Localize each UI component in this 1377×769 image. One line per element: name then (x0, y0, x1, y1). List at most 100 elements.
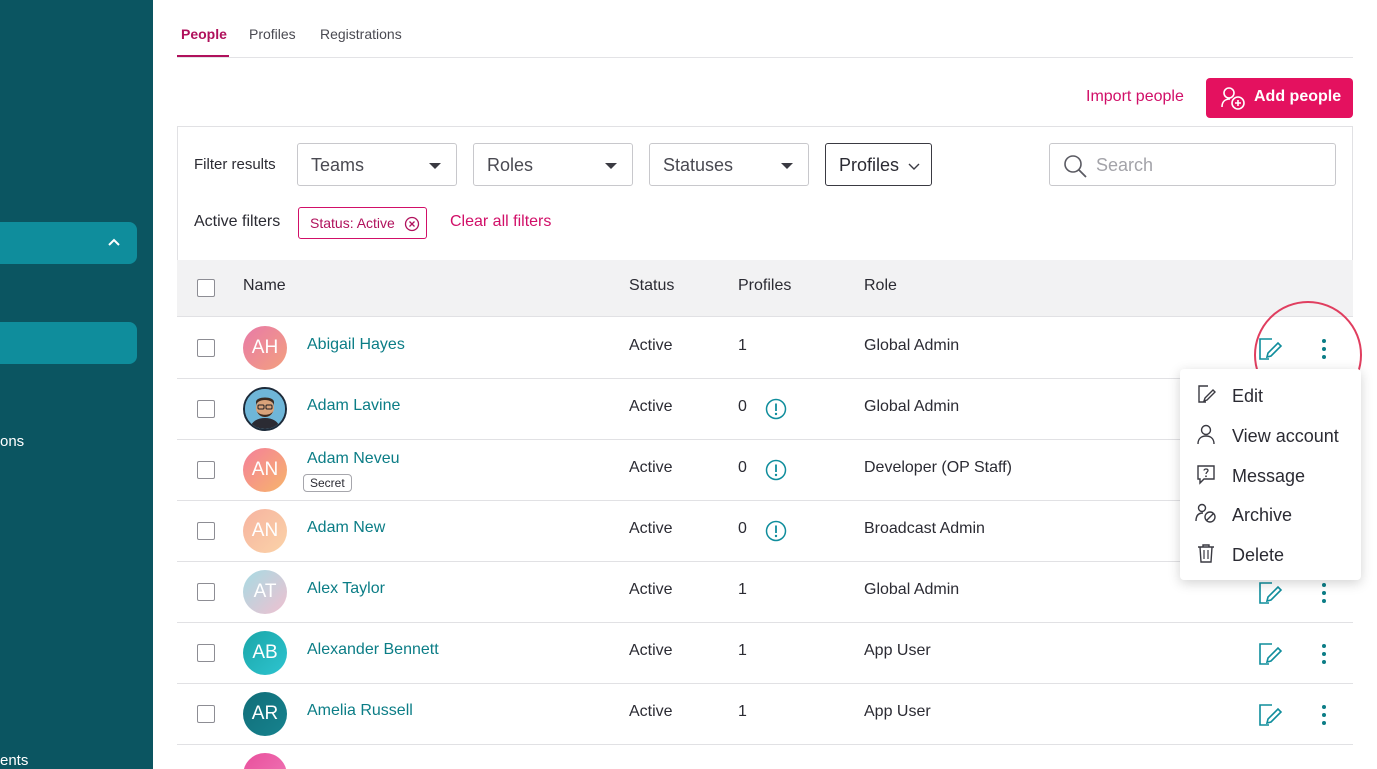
sidebar-item-selected[interactable] (0, 322, 137, 364)
profiles-count: 1 (738, 642, 747, 659)
profiles-count: 1 (738, 581, 747, 598)
row-checkbox[interactable] (197, 522, 215, 540)
column-header-name[interactable]: Name (243, 277, 286, 295)
table-row-partial[interactable] (177, 745, 1353, 769)
search-input[interactable]: Search (1049, 143, 1336, 186)
role-text: App User (864, 703, 931, 720)
avatar: AH (243, 326, 287, 370)
sidebar-expanded-group[interactable] (0, 222, 137, 264)
role-text: Broadcast Admin (864, 520, 985, 537)
edit-icon[interactable] (1255, 701, 1283, 729)
chevron-down-icon (908, 163, 920, 170)
avatar: AB (243, 631, 287, 675)
close-circle-icon[interactable] (404, 216, 420, 232)
menu-item-label: Archive (1232, 505, 1293, 525)
table-row[interactable]: AN Adam Neveu Secret Active 0 Developer … (177, 440, 1353, 501)
import-people-link[interactable]: Import people (1086, 88, 1184, 106)
more-vertical-icon[interactable] (1315, 580, 1333, 606)
status-filter-chip[interactable]: Status: Active (298, 207, 427, 239)
role-text: Developer (OP Staff) (864, 459, 1012, 476)
menu-item-label: Delete (1232, 545, 1285, 565)
tab-profiles[interactable]: Profiles (249, 26, 296, 42)
warning-icon[interactable] (765, 459, 787, 481)
menu-item-edit[interactable]: Edit (1180, 374, 1361, 412)
add-user-icon (1221, 87, 1245, 110)
tab-registrations[interactable]: Registrations (320, 26, 402, 42)
status-text: Active (629, 581, 673, 598)
filter-results-label: Filter results (194, 156, 276, 173)
message-icon (1197, 465, 1215, 485)
warning-icon[interactable] (765, 520, 787, 542)
edit-icon[interactable] (1255, 640, 1283, 668)
search-placeholder: Search (1096, 155, 1154, 175)
person-name-link[interactable]: Adam New (307, 519, 385, 537)
caret-down-icon (605, 163, 617, 169)
sidebar-item-label-partial[interactable]: ents (0, 752, 28, 769)
table-row[interactable]: Adam Lavine Active 0 Global Admin (177, 379, 1353, 440)
column-header-role[interactable]: Role (864, 277, 897, 295)
column-header-profiles[interactable]: Profiles (738, 277, 791, 295)
profiles-select[interactable]: Profiles (825, 143, 932, 186)
column-header-status[interactable]: Status (629, 277, 674, 295)
teams-select-value: Teams (311, 155, 365, 175)
more-vertical-icon[interactable] (1315, 641, 1333, 667)
sidebar: ons ents (0, 0, 153, 769)
menu-item-label: View account (1232, 426, 1339, 446)
status-text: Active (629, 337, 673, 354)
caret-down-icon (781, 163, 793, 169)
clear-all-filters-link[interactable]: Clear all filters (450, 213, 551, 231)
warning-icon[interactable] (765, 398, 787, 420)
menu-item-delete[interactable]: Delete (1180, 533, 1361, 571)
table-row[interactable]: AB Alexander Bennett Active 1 App User (177, 623, 1353, 684)
tab-people[interactable]: People (181, 26, 227, 42)
add-people-label: Add people (1254, 88, 1342, 105)
table-row[interactable]: AT Alex Taylor Active 1 Global Admin (177, 562, 1353, 623)
person-name-link[interactable]: Adam Neveu (307, 450, 400, 468)
row-checkbox[interactable] (197, 644, 215, 662)
profiles-select-value: Profiles (839, 155, 900, 175)
statuses-select[interactable]: Statuses (649, 143, 809, 186)
edit-icon[interactable] (1255, 579, 1283, 607)
edit-icon (1198, 385, 1216, 403)
avatar: AN (243, 509, 287, 553)
row-actions-menu: Edit View account Message Archive Delete (1180, 369, 1361, 580)
menu-item-message[interactable]: Message (1180, 454, 1361, 492)
menu-item-view-account[interactable]: View account (1180, 414, 1361, 452)
select-all-checkbox[interactable] (197, 279, 215, 297)
profiles-count: 0 (738, 520, 747, 537)
person-name-link[interactable]: Amelia Russell (307, 702, 413, 720)
chevron-up-icon (108, 238, 120, 246)
person-name-link[interactable]: Alexander Bennett (307, 641, 439, 659)
person-name-link[interactable]: Adam Lavine (307, 397, 400, 415)
avatar: AR (243, 692, 287, 736)
active-tab-indicator (177, 55, 229, 57)
caret-down-icon (429, 163, 441, 169)
sidebar-item-label-partial[interactable]: ons (0, 433, 24, 450)
table-row[interactable]: AH Abigail Hayes Active 1 Global Admin (177, 318, 1353, 379)
add-people-button[interactable]: Add people (1206, 78, 1353, 118)
more-vertical-icon[interactable] (1315, 702, 1333, 728)
row-checkbox[interactable] (197, 461, 215, 479)
role-text: App User (864, 642, 931, 659)
roles-select[interactable]: Roles (473, 143, 633, 186)
person-name-link[interactable]: Abigail Hayes (307, 336, 405, 354)
user-icon (1197, 424, 1215, 445)
row-checkbox[interactable] (197, 583, 215, 601)
statuses-select-value: Statuses (663, 155, 734, 175)
status-text: Active (629, 703, 673, 720)
row-checkbox[interactable] (197, 400, 215, 418)
row-checkbox[interactable] (197, 339, 215, 357)
teams-select[interactable]: Teams (297, 143, 457, 186)
row-checkbox[interactable] (197, 705, 215, 723)
menu-item-archive[interactable]: Archive (1180, 493, 1361, 531)
secret-badge: Secret (303, 474, 352, 492)
table-header: Name Status Profiles Role (177, 260, 1353, 317)
profiles-count: 1 (738, 337, 747, 354)
tab-bar: People Profiles Registrations (177, 20, 1353, 58)
role-text: Global Admin (864, 337, 960, 354)
menu-item-label: Message (1232, 466, 1306, 486)
table-row[interactable]: AN Adam New Active 0 Broadcast Admin (177, 501, 1353, 562)
person-name-link[interactable]: Alex Taylor (307, 580, 385, 598)
status-text: Active (629, 642, 673, 659)
table-row[interactable]: AR Amelia Russell Active 1 App User (177, 684, 1353, 745)
